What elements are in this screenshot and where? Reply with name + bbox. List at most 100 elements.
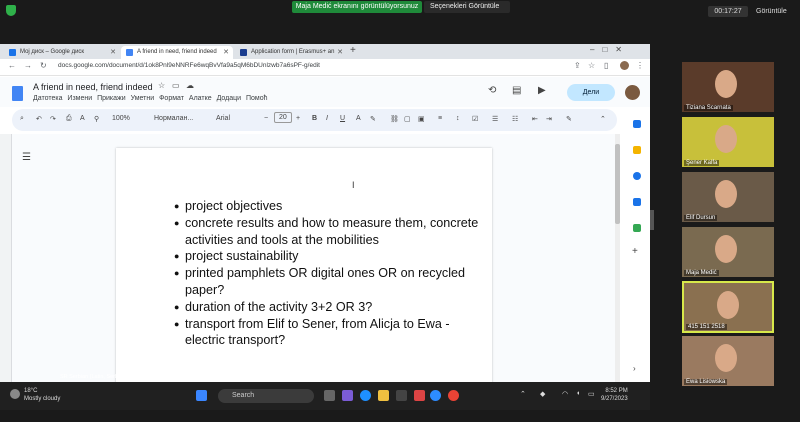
- text-color-icon[interactable]: A: [356, 115, 361, 122]
- bulleted-list-icon[interactable]: ☰: [492, 115, 498, 123]
- editing-mode-icon[interactable]: ✎: [566, 115, 572, 123]
- gallery-view-button[interactable]: Görüntüle: [756, 6, 796, 17]
- file-explorer-icon[interactable]: [378, 390, 389, 401]
- reload-icon[interactable]: ↻: [40, 61, 47, 70]
- app-icon[interactable]: [414, 390, 425, 401]
- paint-format-icon[interactable]: ⚲: [94, 115, 99, 123]
- teams-icon[interactable]: [342, 390, 353, 401]
- add-addon-icon[interactable]: +: [632, 246, 638, 257]
- window-controls[interactable]: –□✕: [590, 45, 630, 54]
- image-icon[interactable]: ▣: [418, 115, 425, 123]
- bookmark-star-icon[interactable]: ☆: [588, 61, 595, 70]
- link-icon[interactable]: ⛓: [390, 115, 399, 123]
- profile-avatar[interactable]: [620, 61, 629, 70]
- calendar-icon[interactable]: [633, 120, 641, 128]
- volume-icon[interactable]: ◖: [576, 390, 580, 397]
- style-select[interactable]: Нормалан...: [154, 115, 193, 122]
- close-tab-icon[interactable]: ✕: [337, 46, 343, 59]
- task-view-icon[interactable]: [324, 390, 335, 401]
- tray-overflow-icon[interactable]: ⌃: [520, 390, 526, 398]
- collapse-toolbar-icon[interactable]: ⌃: [600, 115, 606, 123]
- comments-icon[interactable]: ▤: [512, 85, 521, 96]
- weather-widget[interactable]: 18°C Mostly cloudy: [24, 387, 60, 403]
- redo-icon[interactable]: ↷: [50, 115, 56, 123]
- store-icon[interactable]: [396, 390, 407, 401]
- scrollbar-thumb[interactable]: [615, 144, 620, 224]
- close-tab-icon[interactable]: ✕: [110, 46, 116, 59]
- browser-tab-drive[interactable]: Мој диск – Google диск ✕: [4, 46, 120, 59]
- align-icon[interactable]: ≡: [438, 115, 442, 122]
- list-item[interactable]: printed pamphlets OR digital ones OR on …: [174, 265, 484, 299]
- meet-icon[interactable]: ▶: [538, 85, 546, 96]
- cloud-status-icon[interactable]: ☁: [186, 81, 194, 90]
- underline-icon[interactable]: U: [340, 115, 345, 122]
- forward-arrow-icon[interactable]: →: [24, 61, 32, 70]
- docs-menu-bar[interactable]: Датотека Измени Прикажи Уметни Формат Ал…: [33, 95, 268, 102]
- search-menus-icon[interactable]: ⌕: [20, 115, 24, 123]
- history-icon[interactable]: ⟲: [488, 85, 496, 96]
- undo-icon[interactable]: ↶: [36, 115, 42, 123]
- weather-cloud-icon[interactable]: [10, 389, 20, 399]
- battery-icon[interactable]: ▭: [588, 390, 595, 398]
- comment-icon[interactable]: ▢: [404, 115, 411, 123]
- share-button[interactable]: Дели: [567, 84, 615, 101]
- highlight-icon[interactable]: ✎: [370, 115, 376, 123]
- sidepanel-icon[interactable]: ▯: [604, 61, 608, 70]
- chrome-icon[interactable]: [448, 390, 459, 401]
- taskbar-clock[interactable]: 8:52 PM 9/27/2023: [601, 387, 628, 403]
- zoom-select[interactable]: 100%: [112, 115, 130, 122]
- dropbox-icon[interactable]: ◆: [540, 390, 545, 398]
- docs-logo-icon[interactable]: [12, 86, 23, 101]
- start-windows-icon[interactable]: [196, 390, 207, 401]
- italic-icon[interactable]: I: [326, 115, 328, 122]
- browser-menu-icon[interactable]: ⋮: [636, 61, 644, 70]
- maps-icon[interactable]: [633, 224, 641, 232]
- share-page-icon[interactable]: ⇪: [574, 61, 581, 70]
- list-item[interactable]: transport from Elif to Sener, from Alicj…: [174, 316, 484, 350]
- wifi-icon[interactable]: ◠: [562, 390, 568, 398]
- participant-tile[interactable]: Maja Medić: [682, 227, 774, 277]
- outdent-icon[interactable]: ⇥: [546, 115, 552, 123]
- list-item[interactable]: project objectives: [174, 198, 484, 215]
- tasks-icon[interactable]: [633, 172, 641, 180]
- document-outline-icon[interactable]: ☰: [22, 152, 31, 163]
- panel-resize-handle[interactable]: [650, 210, 654, 230]
- close-tab-icon[interactable]: ✕: [223, 46, 229, 59]
- browser-tab-erasmus[interactable]: Application form | Erasmus+ an ✕: [235, 46, 347, 59]
- increase-font-icon[interactable]: +: [296, 115, 300, 122]
- participant-tile[interactable]: Ewa Lisiowska: [682, 336, 774, 386]
- taskbar-search[interactable]: Search: [218, 389, 314, 403]
- browser-tab-doc[interactable]: A friend in need, friend indeed ✕: [121, 46, 233, 59]
- move-folder-icon[interactable]: ▭: [172, 81, 180, 90]
- checklist-icon[interactable]: ☑: [472, 115, 478, 123]
- view-options-button[interactable]: Seçenekleri Görüntüle: [424, 1, 510, 13]
- indent-icon[interactable]: ⇤: [532, 115, 538, 123]
- spellcheck-icon[interactable]: A: [80, 115, 85, 122]
- list-item[interactable]: duration of the activity 3+2 OR 3?: [174, 299, 484, 316]
- numbered-list-icon[interactable]: ☷: [512, 115, 518, 123]
- participant-tile-active-speaker[interactable]: 415 151 2518: [682, 281, 774, 333]
- new-tab-plus-icon[interactable]: +: [350, 45, 356, 56]
- print-icon[interactable]: ⎙: [66, 115, 72, 123]
- contacts-icon[interactable]: [633, 198, 641, 206]
- star-icon[interactable]: ☆: [158, 81, 165, 90]
- decrease-font-icon[interactable]: −: [264, 115, 268, 122]
- keep-icon[interactable]: [633, 146, 641, 154]
- participant-tile[interactable]: Elif Dursun: [682, 172, 774, 222]
- font-select[interactable]: Arial: [216, 115, 230, 122]
- list-item[interactable]: project sustainability: [174, 248, 484, 265]
- font-size-input[interactable]: 20: [274, 112, 292, 123]
- participant-tile[interactable]: Tiziana Scarnata: [682, 62, 774, 112]
- side-panel-toggle-icon[interactable]: ›: [633, 364, 636, 373]
- participant-tile[interactable]: Şener Kalfa: [682, 117, 774, 167]
- url-field[interactable]: docs.google.com/document/d/1ok8Pnl9eNNRF…: [58, 62, 320, 69]
- list-item[interactable]: concrete results and how to measure them…: [174, 215, 484, 249]
- account-avatar[interactable]: [625, 85, 640, 100]
- document-title[interactable]: A friend in need, friend indeed: [33, 82, 153, 92]
- zoom-app-icon[interactable]: [430, 390, 441, 401]
- back-arrow-icon[interactable]: ←: [8, 61, 16, 70]
- edge-icon[interactable]: [360, 390, 371, 401]
- bold-icon[interactable]: B: [312, 115, 317, 122]
- security-shield-icon[interactable]: [6, 5, 16, 16]
- line-spacing-icon[interactable]: ↕: [456, 115, 460, 122]
